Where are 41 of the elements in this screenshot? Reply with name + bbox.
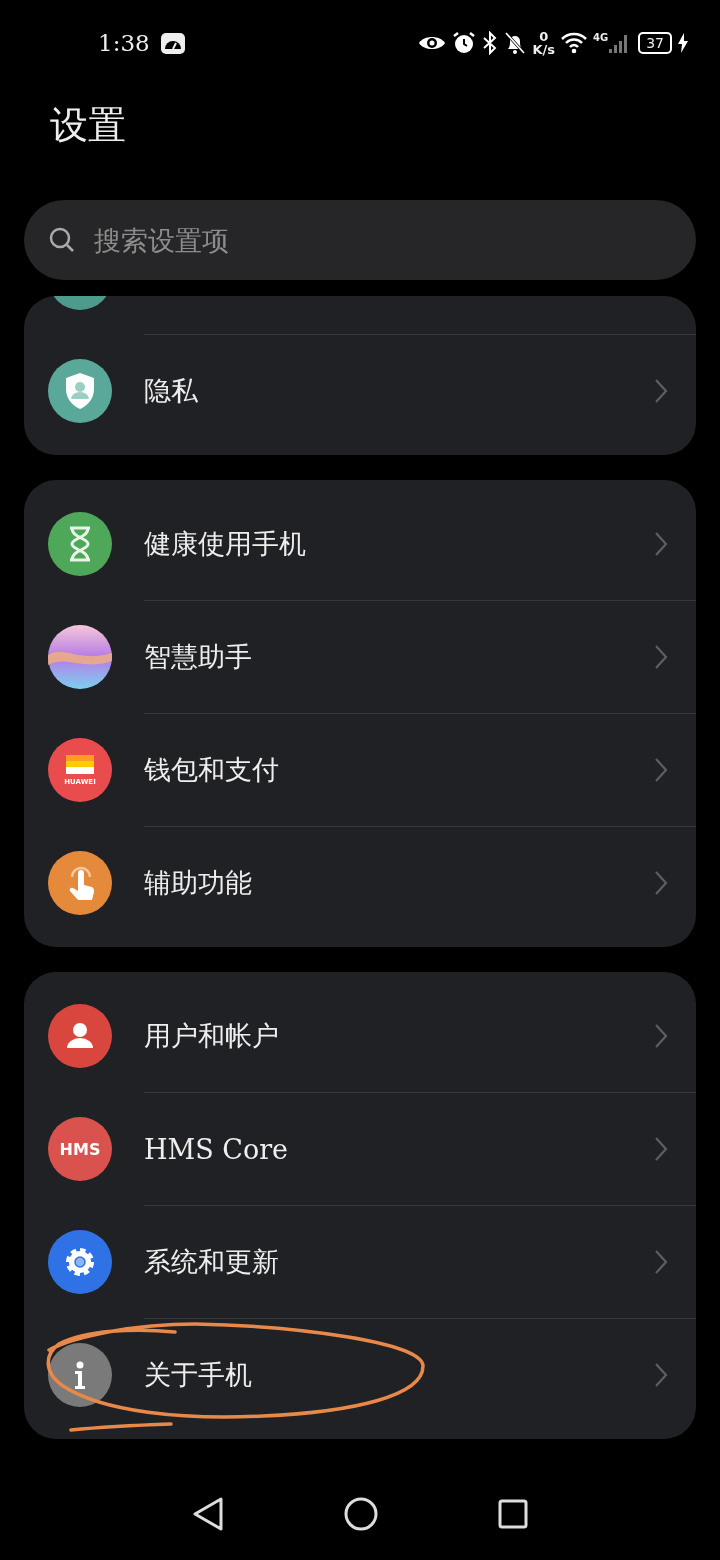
search-bar[interactable]: 搜索设置项 [24,200,696,280]
page-title: 设置 [50,102,127,149]
network-type: 4G [593,32,609,43]
chevron-icon [654,531,668,557]
muted-bell-icon [504,30,527,55]
status-time: 1:38 [98,29,150,56]
user-icon [48,1004,112,1068]
bluetooth-icon [482,30,499,55]
touch-icon [48,851,112,915]
chevron-icon [654,1136,668,1162]
chevron-icon [654,644,668,670]
chevron-icon [654,870,668,896]
settings-item[interactable]: 健康使用手机 [144,488,696,600]
hourglass-icon [48,512,112,576]
search-icon [48,226,76,254]
settings-item[interactable]: 智慧助手 [144,600,696,713]
recents-button[interactable] [498,1499,528,1529]
settings-item[interactable]: 关于手机 [144,1318,696,1431]
settings-item[interactable]: 用户和帐户 [144,980,696,1092]
chevron-icon [654,1249,668,1275]
hms-icon: HMS [48,1117,112,1181]
chevron-icon [654,1362,668,1388]
speed-unit: K/s [532,42,555,56]
settings-item[interactable]: 辅助功能 [144,826,696,939]
info-icon [48,1343,112,1407]
speed-value: 0 [539,29,549,43]
wifi-icon [561,31,587,54]
settings-item[interactable]: 系统和更新 [144,1205,696,1318]
home-button[interactable] [344,1497,378,1531]
chevron-icon [654,757,668,783]
search-field[interactable]: 搜索设置项 [92,223,672,257]
orb-icon [48,625,112,689]
back-button[interactable] [192,1497,224,1531]
settings-item[interactable]: 隐私 [144,334,696,447]
alarm-icon [452,30,477,55]
shield-icon [48,359,112,423]
battery-level: 37 [638,31,672,54]
gear-icon [48,1230,112,1294]
chevron-icon [654,1023,668,1049]
charging-icon [678,32,688,53]
chevron-icon [654,378,668,404]
